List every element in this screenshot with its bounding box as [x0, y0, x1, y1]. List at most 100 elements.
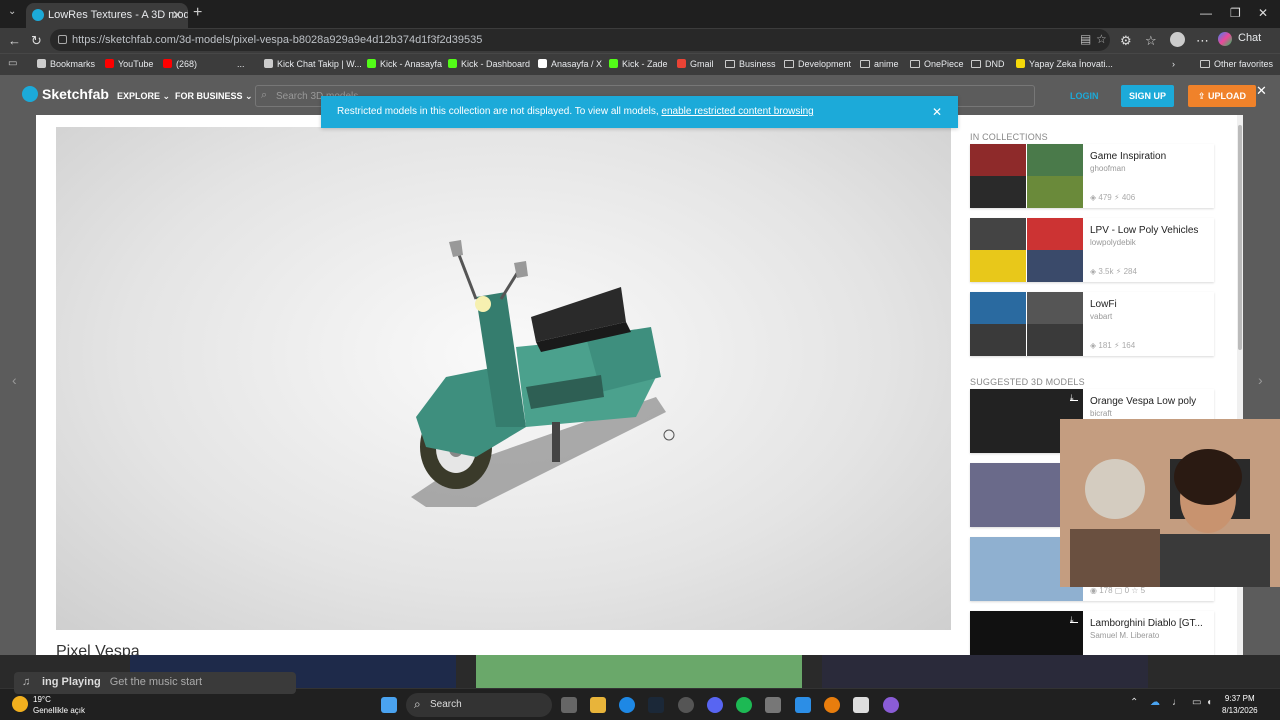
copilot-chat-button[interactable]: Chat — [1218, 32, 1261, 46]
tab-list-chevron-icon[interactable]: ⌄ — [8, 6, 16, 17]
microphone-icon[interactable]: ♩ — [1172, 697, 1182, 708]
collection-title[interactable]: LowFi — [1090, 299, 1117, 310]
bookmark-label: Yapay Zeka İnovati... — [1029, 59, 1113, 69]
reading-mode-icon[interactable]: ▤ — [1080, 32, 1091, 46]
favorites-icon[interactable]: ☆ — [1145, 33, 1157, 49]
taskbar-search[interactable]: ⌕ Search — [406, 693, 552, 717]
minimize-icon[interactable]: — — [1200, 6, 1212, 20]
bookmark-item[interactable]: ... — [237, 59, 245, 69]
collection-title[interactable]: Game Inspiration — [1090, 151, 1166, 162]
model-author[interactable]: Samuel M. Liberato — [1090, 631, 1159, 640]
bookmark-item[interactable]: anime — [860, 59, 899, 69]
profile-avatar[interactable] — [1170, 32, 1185, 47]
bookmark-label: YouTube — [118, 59, 154, 69]
extensions-icon[interactable]: ⚙ — [1120, 33, 1132, 49]
bookmarks-overflow-icon[interactable]: › — [1172, 59, 1175, 69]
bookmark-item[interactable]: Business — [725, 59, 776, 69]
back-icon[interactable]: ← — [8, 33, 21, 48]
bookmark-item[interactable]: Kick - Anasayfa — [367, 59, 442, 69]
spotify-icon[interactable] — [736, 697, 752, 713]
bookmark-item[interactable]: Kick - Zade — [609, 59, 668, 69]
reload-icon[interactable]: ↻ — [31, 33, 42, 49]
obs-icon[interactable] — [678, 697, 694, 713]
maximize-icon[interactable]: ❐ — [1230, 6, 1241, 20]
bookmark-item[interactable]: Anasayfa / X — [538, 59, 602, 69]
bookmark-item[interactable]: Development — [784, 59, 851, 69]
bookmark-item[interactable]: Bookmarks — [37, 59, 95, 69]
modal-close-icon[interactable]: ✕ — [1256, 83, 1267, 99]
model-title[interactable]: Orange Vespa Low poly — [1090, 396, 1196, 407]
tab-close-icon[interactable]: ✕ — [172, 8, 182, 22]
browser-toolbar: ← ↻ https://sketchfab.com/3d-models/pixe… — [0, 28, 1280, 53]
favorite-star-icon[interactable]: ☆ — [1096, 32, 1107, 46]
collection-author[interactable]: ghoofman — [1090, 164, 1126, 173]
other-favorites[interactable]: Other favorites — [1200, 59, 1273, 69]
model-title[interactable]: Lamborghini Diablo [GT... — [1090, 618, 1203, 629]
bookmark-item[interactable]: Gmail — [677, 59, 714, 69]
sidebar-toggle-icon[interactable]: ▭ — [8, 58, 17, 69]
collection-card[interactable]: LowFi vabart ◈ 181 ⚡ 164 — [970, 292, 1214, 356]
browser-tab[interactable]: LowRes Textures - A 3D model coll ✕ — [26, 3, 188, 28]
address-bar[interactable]: https://sketchfab.com/3d-models/pixel-ve… — [50, 29, 1110, 51]
file-explorer-icon[interactable] — [590, 697, 606, 713]
collection-card[interactable]: Game Inspiration ghoofman ◈ 479 ⚡ 406 — [970, 144, 1214, 208]
folder-icon — [725, 60, 735, 68]
bookmark-item[interactable]: Kick - Dashboard — [448, 59, 530, 69]
notepad-icon[interactable] — [853, 697, 869, 713]
sketchfab-logo[interactable]: Sketchfab — [22, 86, 109, 102]
steam-icon[interactable] — [648, 697, 664, 713]
task-view-icon[interactable] — [561, 697, 577, 713]
model-stats: ◉ 178 ▢ 0 ☆ 5 — [1090, 586, 1145, 595]
bookmark-label: Bookmarks — [50, 59, 96, 69]
now-playing-widget[interactable]: ♫ ing Playing Get the music start — [14, 672, 296, 694]
collection-card[interactable]: LPV - Low Poly Vehicles lowpolydebik ◈ 3.5… — [970, 218, 1214, 282]
more-menu-icon[interactable]: ⋯ — [1196, 33, 1209, 49]
collection-author[interactable]: lowpolydebik — [1090, 238, 1136, 247]
enable-restricted-link[interactable]: enable restricted content browsing — [661, 106, 813, 117]
bookmark-label: Gmail — [690, 59, 714, 69]
tray-overflow-icon[interactable]: ⌃ — [1130, 697, 1138, 708]
upload-button[interactable]: ⇪ UPLOAD — [1188, 85, 1256, 107]
bookmark-item[interactable]: Yapay Zeka İnovati... — [1016, 59, 1113, 69]
new-tab-icon[interactable]: + — [193, 4, 202, 22]
collection-title[interactable]: LPV - Low Poly Vehicles — [1090, 225, 1198, 236]
weather-icon[interactable] — [12, 696, 28, 712]
login-link[interactable]: LOGIN — [1070, 91, 1099, 101]
prev-arrow-icon[interactable]: ‹ — [12, 372, 17, 388]
suggested-model-card[interactable]: ⤓ Lamborghini Diablo [GT... Samuel M. Libe… — [970, 611, 1214, 655]
bookmark-item[interactable]: YouTube — [105, 59, 153, 69]
scrollbar-thumb[interactable] — [1238, 125, 1242, 350]
model-author[interactable]: bicraft — [1090, 409, 1112, 418]
start-icon[interactable] — [381, 697, 397, 713]
onedrive-icon[interactable]: ☁ — [1150, 697, 1160, 708]
github-desktop-icon[interactable] — [883, 697, 899, 713]
weather-widget[interactable]: 19°C Genellikle açık — [33, 694, 85, 716]
bookmark-item[interactable]: Kick Chat Takip | W... — [264, 59, 362, 69]
explore-menu[interactable]: EXPLORE ⌄ — [117, 91, 170, 102]
display-icon[interactable]: ▭ — [1192, 697, 1201, 708]
banner-close-icon[interactable]: ✕ — [932, 105, 942, 119]
bookmark-item[interactable]: DND — [971, 59, 1005, 69]
discord-icon[interactable] — [707, 697, 723, 713]
collection-thumbnail — [970, 218, 1083, 282]
weather-text: Genellikle açık — [33, 706, 86, 715]
bookmark-item[interactable]: (268) — [163, 59, 197, 69]
window-close-icon[interactable]: ✕ — [1258, 6, 1268, 20]
volume-icon[interactable]: ◖ — [1206, 697, 1212, 708]
taskbar-clock[interactable]: 9:37 PM 8/13/2026 — [1222, 693, 1258, 717]
collection-author[interactable]: vabart — [1090, 312, 1112, 321]
blender-icon[interactable] — [824, 697, 840, 713]
next-arrow-icon[interactable]: › — [1258, 372, 1263, 388]
for-business-menu[interactable]: FOR BUSINESS ⌄ — [175, 91, 253, 102]
bookmark-item[interactable]: OnePiece — [910, 59, 964, 69]
date: 8/13/2026 — [1222, 706, 1258, 715]
site-info-icon[interactable] — [58, 35, 67, 44]
signup-button[interactable]: SIGN UP — [1121, 85, 1174, 107]
unity-icon[interactable] — [765, 697, 781, 713]
vscode-icon[interactable] — [795, 697, 811, 713]
edge-icon[interactable] — [619, 697, 635, 713]
vespa-model-render[interactable] — [56, 127, 951, 630]
music-note-icon: ♫ — [22, 676, 31, 688]
3d-viewer[interactable] — [56, 127, 951, 630]
copilot-icon — [1218, 32, 1232, 46]
